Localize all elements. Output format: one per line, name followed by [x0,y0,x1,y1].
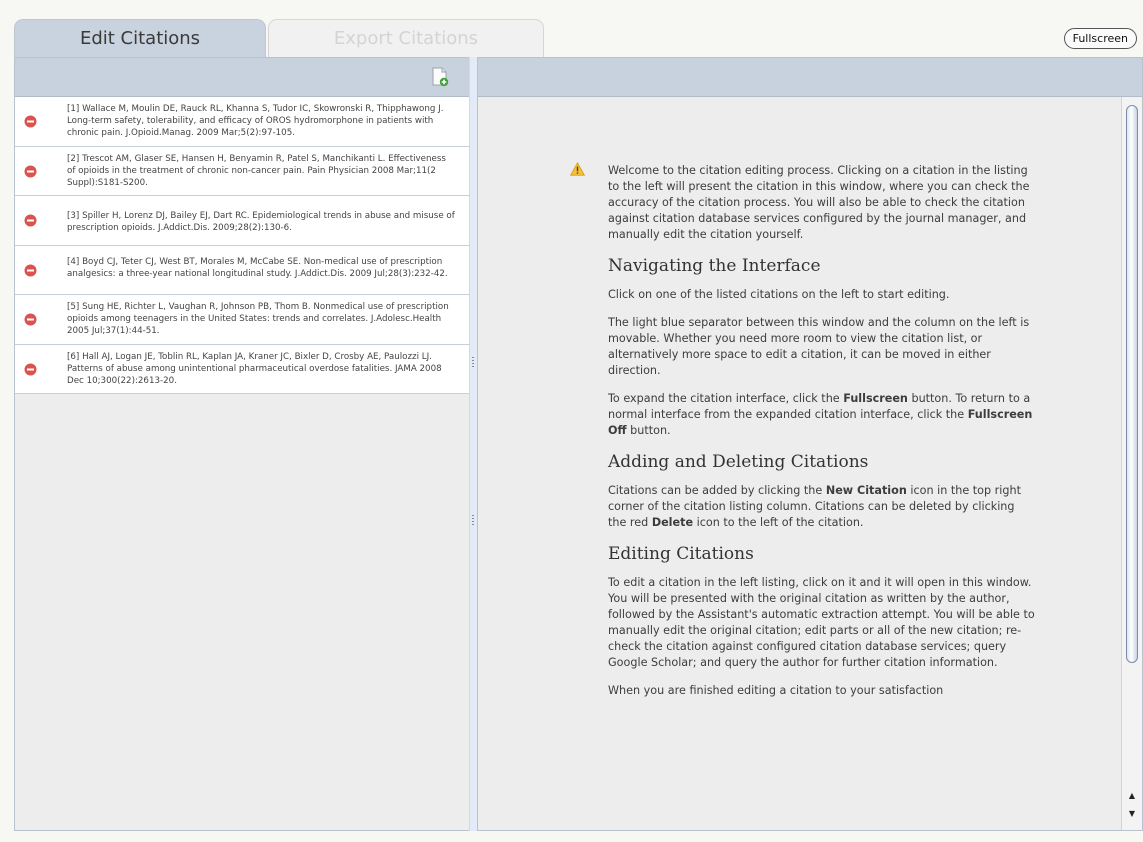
add-text-a: Citations can be added by clicking the [608,484,826,497]
citation-editor-panel: Welcome to the citation editing process.… [477,57,1143,831]
nav-p3-fullscreen-term: Fullscreen [843,392,908,405]
nav-paragraph-3: To expand the citation interface, click … [608,391,1035,439]
tab-bar: Edit Citations Export Citations [14,19,1134,58]
citation-list: [1] Wallace M, Moulin DE, Rauck RL, Khan… [15,97,469,395]
fullscreen-button[interactable]: Fullscreen [1063,28,1137,49]
scroll-down-icon[interactable]: ▼ [1122,808,1142,820]
finish-paragraph: When you are finished editing a citation… [608,684,944,697]
scroll-up-icon[interactable]: ▲ [1122,790,1142,802]
splitter-grip-icon [472,515,474,527]
nav-paragraph-1: Click on one of the listed citations on … [608,288,950,301]
citation-text: [6] Hall AJ, Logan JE, Toblin RL, Kaplan… [67,351,442,387]
editor-header [478,58,1142,97]
add-text-e: icon to the left of the citation. [693,516,864,529]
add-delete-term: Delete [651,516,694,529]
scrollbar-thumb[interactable] [1126,105,1138,663]
warning-icon [570,162,585,176]
tab-export-citations[interactable]: Export Citations [268,19,544,58]
citation-item[interactable]: [5] Sung HE, Richter L, Vaughan R, Johns… [15,295,469,345]
heading-adding-deleting: Adding and Deleting Citations [608,452,869,472]
citation-text: [4] Boyd CJ, Teter CJ, West BT, Morales … [67,256,448,279]
citation-item[interactable]: [4] Boyd CJ, Teter CJ, West BT, Morales … [15,246,469,296]
citation-list-header [15,58,469,97]
delete-icon[interactable] [24,264,37,277]
citation-item[interactable]: [1] Wallace M, Moulin DE, Rauck RL, Khan… [15,97,469,147]
heading-editing: Editing Citations [608,544,754,564]
nav-p3-text-a: To expand the citation interface, click … [608,392,844,405]
help-text: Welcome to the citation editing process.… [608,163,1035,711]
citation-item[interactable]: [6] Hall AJ, Logan JE, Toblin RL, Kaplan… [15,345,469,395]
tab-edit-citations[interactable]: Edit Citations [14,19,266,58]
editor-content: Welcome to the citation editing process.… [478,97,1118,830]
intro-paragraph: Welcome to the citation editing process.… [608,164,1030,241]
delete-icon[interactable] [24,165,37,178]
citation-item[interactable]: [3] Spiller H, Lorenz DJ, Bailey EJ, Dar… [15,196,469,246]
nav-p3-text-e: button. [626,424,671,437]
citation-item[interactable]: [2] Trescot AM, Glaser SE, Hansen H, Ben… [15,147,469,197]
citation-text: [1] Wallace M, Moulin DE, Rauck RL, Khan… [67,104,444,139]
delete-icon[interactable] [24,115,37,128]
add-new-citation-term: New Citation [825,484,907,497]
delete-icon[interactable] [24,363,37,376]
citation-text: [3] Spiller H, Lorenz DJ, Bailey EJ, Dar… [67,211,455,234]
citation-text: [2] Trescot AM, Glaser SE, Hansen H, Ben… [67,153,446,189]
add-paragraph: Citations can be added by clicking the N… [608,483,1035,531]
nav-paragraph-2: The light blue separator between this wi… [608,316,1030,377]
delete-icon[interactable] [24,313,37,326]
heading-navigating: Navigating the Interface [608,256,821,276]
citation-text: [5] Sung HE, Richter L, Vaughan R, Johns… [67,302,449,337]
vertical-scrollbar[interactable]: ▲ ▼ [1121,97,1142,830]
edit-paragraph: To edit a citation in the left listing, … [608,576,1035,669]
delete-icon[interactable] [24,214,37,227]
splitter-grip-icon [472,357,474,369]
new-citation-icon[interactable] [431,67,449,87]
citation-list-panel: [1] Wallace M, Moulin DE, Rauck RL, Khan… [14,57,470,831]
